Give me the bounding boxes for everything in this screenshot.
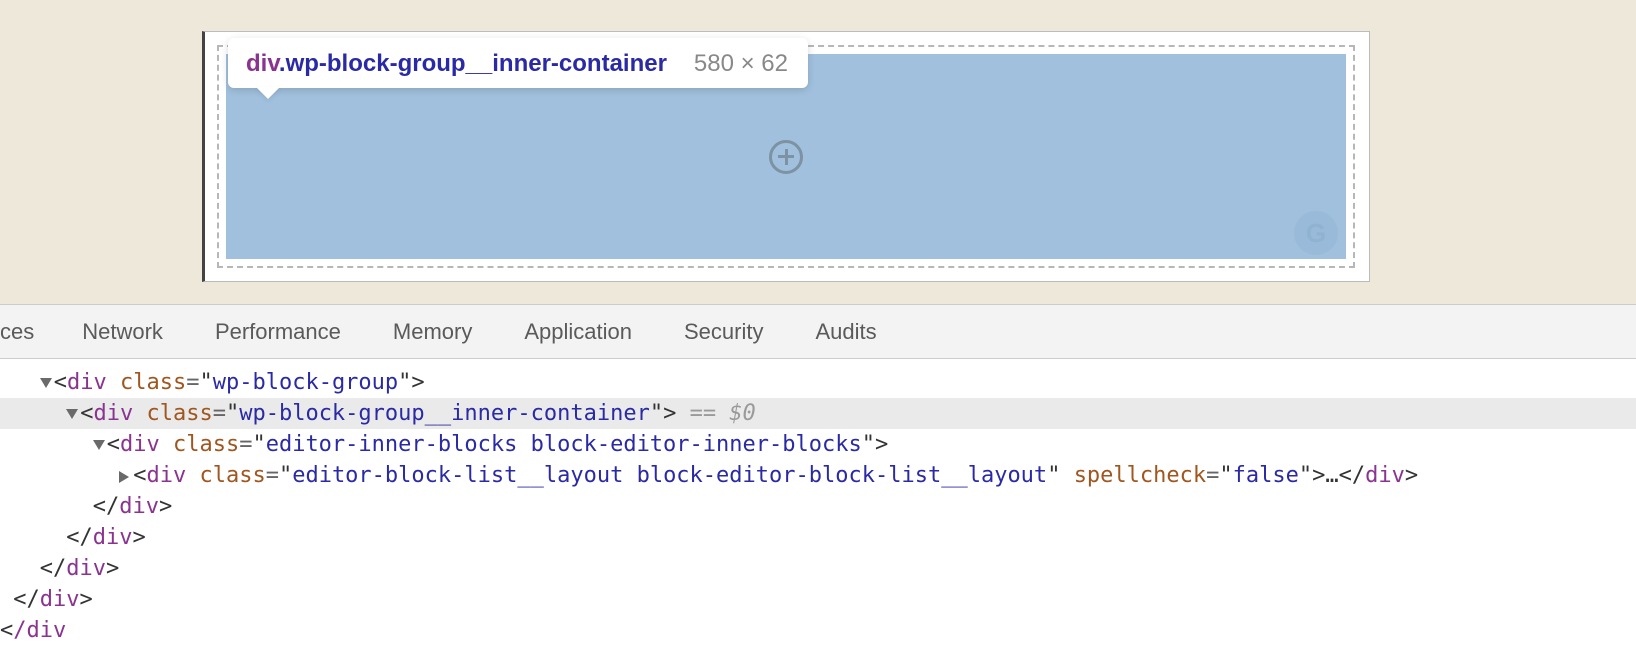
devtools-tabs: ces Network Performance Memory Applicati…	[0, 304, 1636, 359]
dom-line-6[interactable]: </div>	[0, 522, 1636, 553]
expand-toggle-icon[interactable]	[66, 409, 78, 419]
element-inspect-tooltip: 580 × 62 div.wp-block-group__inner-conta…	[228, 38, 808, 88]
tab-network[interactable]: Network	[56, 304, 189, 359]
tab-audits[interactable]: Audits	[789, 304, 902, 359]
expand-toggle-icon[interactable]	[93, 440, 105, 450]
tab-partial[interactable]: ces	[0, 304, 56, 359]
tooltip-arrow-icon	[256, 87, 280, 99]
page-preview-area: G 580 × 62 div.wp-block-group__inner-con…	[0, 0, 1636, 304]
tooltip-tag: div	[246, 50, 279, 77]
dom-line-3[interactable]: <div class="editor-inner-blocks block-ed…	[0, 429, 1636, 460]
grammarly-icon[interactable]: G	[1294, 211, 1338, 255]
tab-security[interactable]: Security	[658, 304, 789, 359]
tooltip-class: .wp-block-group__inner-container	[279, 50, 667, 77]
add-block-icon[interactable]	[769, 140, 803, 174]
dom-line-1[interactable]: <div class="wp-block-group">	[0, 367, 1636, 398]
elements-panel[interactable]: <div class="wp-block-group"> <div class=…	[0, 359, 1636, 646]
dom-line-4[interactable]: <div class="editor-block-list__layout bl…	[0, 460, 1636, 491]
collapsed-toggle-icon[interactable]	[119, 471, 129, 483]
tooltip-dimensions: 580 × 62	[694, 50, 788, 78]
dom-line-8[interactable]: </div>	[0, 584, 1636, 615]
dom-line-7[interactable]: </div>	[0, 553, 1636, 584]
expand-toggle-icon[interactable]	[40, 378, 52, 388]
dom-line-9[interactable]: </div	[0, 615, 1636, 646]
dom-line-5[interactable]: </div>	[0, 491, 1636, 522]
tab-memory[interactable]: Memory	[367, 304, 498, 359]
tab-performance[interactable]: Performance	[189, 304, 367, 359]
tab-application[interactable]: Application	[498, 304, 658, 359]
dom-line-2-selected[interactable]: <div class="wp-block-group__inner-contai…	[0, 398, 1636, 429]
